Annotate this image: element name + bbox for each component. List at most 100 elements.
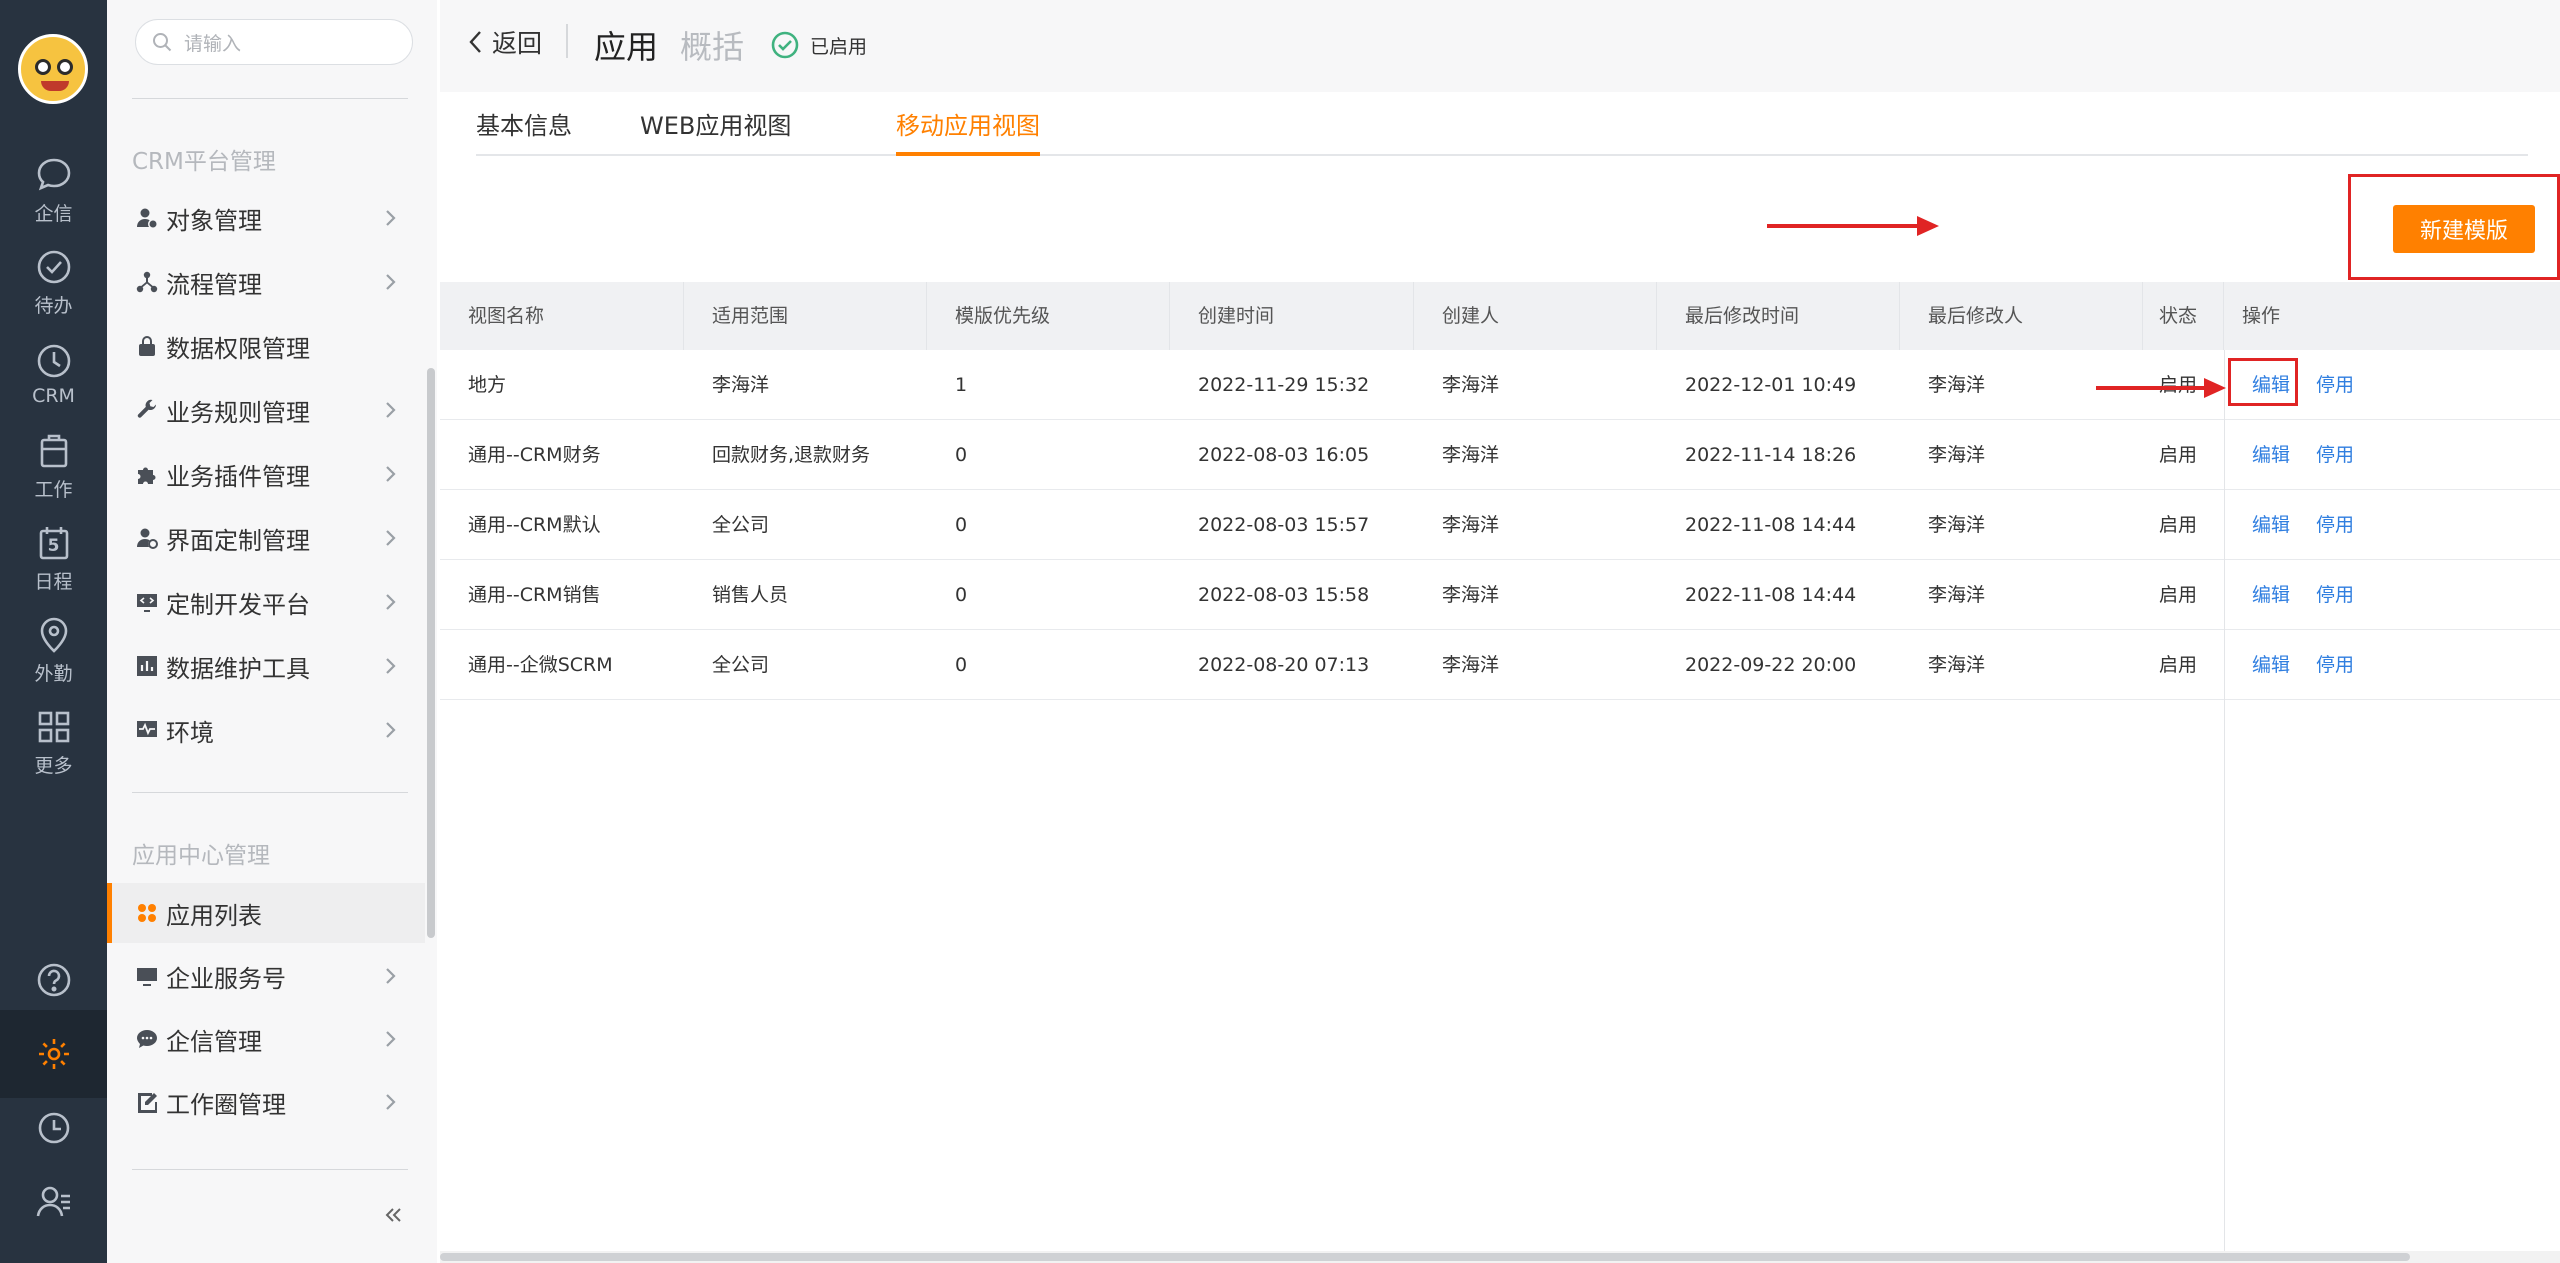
avatar-mouth [41, 81, 69, 91]
cell-priority: 0 [955, 654, 968, 676]
chevron-right-icon [386, 722, 396, 738]
annotation-arrow [1767, 216, 1939, 236]
rail-item-crm[interactable]: CRM [0, 330, 107, 418]
cell-modifier: 李海洋 [1928, 374, 1986, 396]
menu-label: 环境 [166, 718, 214, 747]
ui-custom-icon [137, 528, 158, 549]
cell-scope: 回款财务,退款财务 [712, 444, 871, 466]
check-circle-icon [37, 250, 70, 283]
scrollbar-thumb[interactable] [440, 1253, 2410, 1261]
cell-modifier: 李海洋 [1928, 514, 1986, 536]
wrench-icon [137, 399, 157, 418]
rail-label: 企信 [34, 202, 73, 225]
rail-item-field[interactable]: 外勤 [0, 606, 107, 694]
menu-item-work-circle[interactable]: 工作圈管理 [107, 1072, 425, 1132]
rail-item-todo[interactable]: 待办 [0, 238, 107, 326]
horizontal-scrollbar[interactable] [440, 1251, 2560, 1263]
chat-bubble-icon [37, 158, 70, 190]
divider [132, 98, 408, 99]
tab-mobile-view[interactable]: 移动应用视图 [896, 106, 1040, 156]
menu-item-environment[interactable]: 环境 [107, 700, 425, 760]
cell-name: 通用--企微SCRM [468, 654, 613, 676]
rail-item-more[interactable]: 更多 [0, 698, 107, 786]
chevron-left-icon [469, 31, 481, 53]
menu-scrollbar[interactable] [427, 368, 435, 938]
menu-item-ui-custom[interactable]: 界面定制管理 [107, 508, 425, 568]
menu-item-data-tools[interactable]: 数据维护工具 [107, 636, 425, 696]
rail-label: 工作 [34, 478, 73, 501]
annotation-arrow [2096, 378, 2226, 398]
rail-label: 待办 [34, 294, 73, 317]
edit-link[interactable]: 编辑 [2252, 490, 2290, 560]
menu-item-business-rules[interactable]: 业务规则管理 [107, 380, 425, 440]
column-header: 适用范围 [684, 282, 927, 350]
back-button[interactable]: 返回 [468, 22, 542, 62]
check-circle-icon [771, 31, 799, 59]
object-user-icon [137, 208, 157, 228]
column-header: 创建人 [1414, 282, 1657, 350]
menu-item-object[interactable]: 对象管理 [107, 188, 425, 248]
column-header: 创建时间 [1170, 282, 1414, 350]
chevron-right-icon [386, 210, 396, 226]
disable-link[interactable]: 停用 [2316, 560, 2354, 630]
cell-modified: 2022-12-01 10:49 [1685, 374, 1857, 396]
settings-gear-icon [38, 1039, 69, 1069]
menu-item-app-list[interactable]: 应用列表 [107, 883, 425, 943]
menu-item-im-manage[interactable]: 企信管理 [107, 1009, 425, 1069]
edit-link[interactable]: 编辑 [2252, 630, 2290, 700]
section-title-crm: CRM平台管理 [132, 149, 276, 175]
edit-link[interactable]: 编辑 [2252, 420, 2290, 490]
rail-item-calendar[interactable]: 5 日程 [0, 514, 107, 602]
avatar[interactable] [18, 34, 88, 104]
disable-link[interactable]: 停用 [2316, 350, 2354, 420]
tab-basic-info[interactable]: 基本信息 [476, 106, 572, 156]
chevron-right-icon [386, 968, 396, 984]
collapse-double-chevron-icon[interactable] [382, 1204, 404, 1226]
rail-user-manage[interactable] [0, 1158, 107, 1246]
menu-label: 企业服务号 [166, 964, 286, 993]
rail-label: 更多 [34, 754, 73, 777]
divider [132, 1169, 408, 1170]
rail-item-work[interactable]: 工作 [0, 422, 107, 510]
page-subtitle[interactable]: 概括 [680, 22, 744, 68]
search-box[interactable]: 请输入 [135, 19, 413, 65]
rail-label: 日程 [34, 570, 73, 593]
new-template-button[interactable]: 新建模版 [2393, 205, 2535, 253]
disable-link[interactable]: 停用 [2316, 420, 2354, 490]
cell-modified: 2022-11-14 18:26 [1685, 444, 1857, 466]
cell-scope: 销售人员 [712, 584, 789, 606]
menu-item-dev-platform[interactable]: 定制开发平台 [107, 572, 425, 632]
disable-link[interactable]: 停用 [2316, 630, 2354, 700]
search-input[interactable]: 请输入 [184, 29, 241, 56]
apps-icon [138, 904, 156, 922]
menu-label: 数据权限管理 [166, 334, 310, 363]
menu-label: 界面定制管理 [166, 526, 310, 555]
menu-label: 定制开发平台 [166, 590, 310, 619]
rail-item-chat[interactable]: 企信 [0, 146, 107, 234]
cell-creator: 李海洋 [1442, 444, 1500, 466]
cell-creator: 李海洋 [1442, 374, 1500, 396]
menu-item-flow[interactable]: 流程管理 [107, 252, 425, 312]
cell-scope: 全公司 [712, 514, 770, 536]
edit-link[interactable]: 编辑 [2252, 560, 2290, 630]
menu-item-data-permission[interactable]: 数据权限管理 [107, 316, 425, 376]
cell-status: 启用 [2159, 514, 2198, 536]
menu-label: 企信管理 [166, 1027, 262, 1056]
monitor-code-icon [137, 594, 157, 612]
cell-priority: 0 [955, 514, 968, 536]
menu-item-service-account[interactable]: 企业服务号 [107, 946, 425, 1006]
cell-status: 启用 [2159, 654, 2198, 676]
menu-item-business-plugins[interactable]: 业务插件管理 [107, 444, 425, 504]
cell-name: 通用--CRM财务 [468, 444, 601, 466]
cell-modifier: 李海洋 [1928, 444, 1986, 466]
clock-icon [37, 344, 70, 378]
menu-label: 工作圈管理 [166, 1090, 286, 1119]
chevron-right-icon [386, 1031, 396, 1047]
rail-label: CRM [32, 385, 75, 407]
column-divider [2224, 350, 2225, 1263]
cell-priority: 0 [955, 444, 968, 466]
disable-link[interactable]: 停用 [2316, 490, 2354, 560]
search-icon [153, 33, 172, 52]
cell-modifier: 李海洋 [1928, 654, 1986, 676]
tab-web-view[interactable]: WEB应用视图 [640, 106, 791, 156]
